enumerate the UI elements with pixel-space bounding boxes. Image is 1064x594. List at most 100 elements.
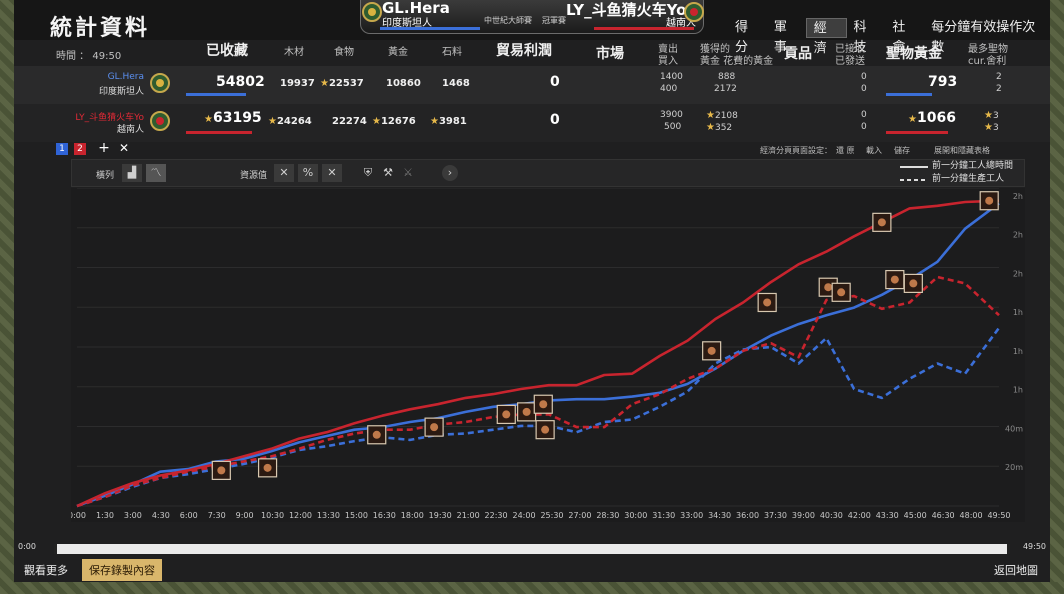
load-button[interactable]: 載入 (866, 145, 882, 156)
row-total-value: 63195 (212, 110, 262, 126)
absolute-value-icon[interactable]: ✕ (274, 164, 294, 182)
percent-icon[interactable]: % (298, 164, 318, 182)
row-relics-a: 2 (996, 72, 1002, 82)
event-marker-dot (541, 425, 550, 434)
player1-toggle-button[interactable]: 1 (56, 143, 68, 155)
x-tick-label: 40:30 (820, 511, 843, 520)
row-gold-value: 12676 (380, 116, 416, 127)
event-marker-dot (909, 279, 918, 288)
star-icon: ★ (908, 114, 917, 125)
player2-toggle-button[interactable]: 2 (74, 143, 86, 155)
tab-technology[interactable]: 科技 (847, 18, 886, 55)
hammer-icon[interactable]: ⚒ (378, 164, 398, 182)
player2-color-bar (594, 27, 694, 30)
table-row: GL.Hera 印度斯坦人 54802 19937 ★22537 10860 1… (14, 66, 1050, 104)
bottom-bar: 觀看更多 保存錄製內容 返回地圖 (14, 558, 1050, 582)
page-settings-label: 經濟分頁頁面設定： (760, 146, 832, 155)
star-icon: ★ (706, 110, 715, 121)
save-settings-button[interactable]: 儲存 (894, 145, 910, 156)
x-tick-label: 43:30 (876, 511, 899, 520)
header-market: 市場 (596, 46, 624, 62)
close-icon[interactable]: ✕ (118, 142, 130, 154)
tab-score[interactable]: 得分 (728, 18, 767, 55)
tab-economy[interactable]: 經濟 (805, 18, 847, 56)
row-trade: 0 (550, 112, 560, 128)
x-tick-label: 7:30 (208, 511, 226, 520)
row-relics-b-value: 3 (992, 123, 999, 133)
chart-legend: 前一分鐘工人總時間 前一分鐘生產工人 (898, 160, 1013, 186)
chevron-right-icon[interactable]: › (442, 165, 458, 181)
row-wood-value: 24264 (276, 116, 312, 127)
event-marker-dot (824, 283, 833, 292)
view-more-button[interactable]: 觀看更多 (20, 560, 72, 580)
legend-item-produced: 前一分鐘生產工人 (898, 173, 1013, 186)
legend-label: 前一分鐘生產工人 (932, 174, 1005, 184)
player1-color-bar (380, 27, 480, 30)
row-relic-bar (886, 93, 932, 96)
shield-icon[interactable]: ⛨ (358, 164, 378, 182)
row-spent-value: 352 (714, 123, 733, 133)
add-icon[interactable]: + (98, 141, 110, 155)
worker-chart: 20m 40m 1h 1h 1h 2h 2h 2h 0:00 1:30 3:00 4:30 6:00 7:… (71, 188, 1025, 522)
tab-society[interactable]: 社會 (885, 18, 924, 55)
event-marker-dot (985, 196, 994, 205)
x-tick-label: 1:30 (96, 511, 114, 520)
x-tick-label: 6:00 (180, 511, 198, 520)
row-total-bar (186, 131, 252, 134)
header-food: 食物 (334, 47, 354, 58)
player1-emblem-icon (362, 2, 382, 22)
event-marker-dot (837, 288, 846, 297)
event-marker-dot (707, 346, 716, 355)
x-tick-label: 30:00 (624, 511, 647, 520)
x-tick-label: 45:00 (904, 511, 927, 520)
timeline-track[interactable] (54, 544, 1010, 554)
x-tick-label: 9:00 (236, 511, 254, 520)
header-tribute: 貢品 (784, 46, 812, 62)
row-sent: 0 (861, 84, 867, 94)
row-total: ★63195 (204, 110, 262, 126)
line-chart-icon[interactable]: 〽 (146, 164, 166, 182)
row-relics-a: ★3 (984, 110, 999, 121)
row-relics-a-value: 3 (992, 111, 999, 121)
row-emblem-icon (150, 73, 170, 93)
map-background-left (0, 0, 14, 594)
y-tick-label: 1h (1013, 386, 1023, 395)
statistics-panel: 統計資料 GL.Hera 印度斯坦人 中世紀大師賽 冠軍賽 LY_斗鱼猜火车Yo… (14, 0, 1050, 582)
row-gold: ★12676 (372, 116, 416, 127)
crossed-swords-icon[interactable]: ⚔ (398, 164, 418, 182)
row-relic-gold-value: 1066 (916, 110, 956, 126)
x-tick-label: 10:30 (261, 511, 284, 520)
header-sent: 已發送 (835, 56, 865, 67)
area-chart-icon[interactable]: ▟ (122, 164, 142, 182)
x-tick-label: 19:30 (429, 511, 452, 520)
y-tick-label: 2h (1013, 192, 1023, 201)
multiplier-icon[interactable]: ✕ (322, 164, 342, 182)
star-icon: ★ (268, 116, 277, 127)
x-tick-label: 24:00 (512, 511, 535, 520)
event-marker-dot (502, 410, 511, 419)
row-gold: 10860 (386, 78, 421, 89)
back-to-map-button[interactable]: 返回地圖 (990, 560, 1042, 580)
row-stone: ★3981 (430, 116, 467, 127)
row-received: 0 (861, 72, 867, 82)
row-player-civ: 印度斯坦人 (98, 87, 144, 97)
star-icon: ★ (984, 110, 993, 121)
tab-military[interactable]: 軍事 (767, 18, 806, 55)
x-tick-label: 27:00 (568, 511, 591, 520)
header-relic-gold: 聖物黃金 (886, 46, 942, 62)
row-sell: 1400 (660, 72, 683, 82)
map-background-right (1050, 0, 1064, 594)
x-tick-label: 22:30 (485, 511, 508, 520)
row-sent: 0 (861, 122, 867, 132)
save-recording-button[interactable]: 保存錄製內容 (82, 559, 162, 581)
event-marker-dot (539, 400, 548, 409)
reset-button[interactable]: 還 原 (836, 145, 855, 156)
tab-apm[interactable]: 每分鐘有效操作次數 (924, 18, 1050, 55)
x-tick-label: 39:00 (792, 511, 815, 520)
row-buy: 500 (664, 122, 682, 132)
time-label: 時間 ： 49:50 (56, 51, 122, 62)
event-marker-dot (763, 298, 772, 307)
row-food: ★22537 (320, 78, 364, 89)
expand-table-button[interactable]: 展開和隱藏表格 (934, 145, 990, 156)
x-tick-label: 36:00 (736, 511, 759, 520)
